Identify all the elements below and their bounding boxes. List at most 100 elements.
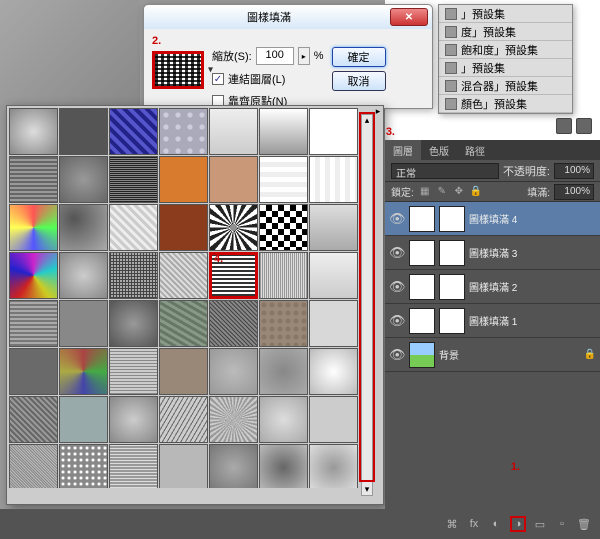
cancel-button[interactable]: 取消 (332, 71, 386, 91)
pattern-swatch[interactable] (159, 108, 208, 155)
preset-item[interactable]: 飽和度」預設集 (439, 41, 572, 59)
pattern-swatch[interactable] (9, 252, 58, 299)
pattern-swatch[interactable] (209, 156, 258, 203)
pattern-swatch[interactable] (209, 396, 258, 443)
pattern-swatch[interactable] (109, 156, 158, 203)
pattern-swatch[interactable] (159, 444, 208, 488)
visibility-icon[interactable]: 👁 (389, 279, 405, 295)
group-icon[interactable]: ▭ (532, 516, 548, 532)
visibility-icon[interactable]: 👁 (389, 211, 405, 227)
pattern-swatch[interactable] (259, 300, 308, 347)
pattern-swatch[interactable] (109, 396, 158, 443)
pattern-swatch[interactable] (9, 348, 58, 395)
pattern-swatch[interactable] (59, 252, 108, 299)
pattern-swatch[interactable] (159, 348, 208, 395)
pattern-swatch[interactable] (159, 396, 208, 443)
pattern-swatch[interactable] (209, 300, 258, 347)
pattern-swatch[interactable] (9, 156, 58, 203)
lock-paint-icon[interactable]: ✎ (435, 185, 449, 199)
visibility-icon[interactable]: 👁 (389, 245, 405, 261)
pattern-swatch[interactable] (309, 156, 358, 203)
pattern-swatch[interactable] (109, 108, 158, 155)
fx-icon[interactable]: fx (466, 516, 482, 532)
pattern-swatch[interactable] (59, 156, 108, 203)
pattern-swatch[interactable] (309, 204, 358, 251)
pattern-swatch[interactable] (209, 348, 258, 395)
blend-mode-select[interactable]: 正常 (391, 163, 499, 179)
pattern-swatch[interactable] (109, 300, 158, 347)
new-layer-icon[interactable]: ▫ (554, 516, 570, 532)
mask-icon[interactable]: ◐ (488, 516, 504, 532)
panel-tab[interactable]: 色版 (421, 140, 457, 160)
pattern-swatch[interactable] (309, 300, 358, 347)
pattern-swatch[interactable] (9, 108, 58, 155)
lock-all-icon[interactable]: 🔒 (469, 185, 483, 199)
panel-tab[interactable]: 路徑 (457, 140, 493, 160)
layer-row[interactable]: 👁圖樣填滿 3 (385, 236, 600, 270)
pattern-swatch[interactable] (9, 300, 58, 347)
pattern-swatch[interactable] (59, 444, 108, 488)
preset-item[interactable]: 顏色」預設集 (439, 95, 572, 113)
layer-thumbnail[interactable] (409, 206, 435, 232)
layer-mask-thumbnail[interactable] (439, 308, 465, 334)
pattern-swatch[interactable] (309, 252, 358, 299)
lock-position-icon[interactable]: ✥ (452, 185, 466, 199)
pattern-swatch[interactable] (209, 444, 258, 488)
preset-item[interactable]: 」預設集 (439, 59, 572, 77)
layer-thumbnail[interactable] (409, 308, 435, 334)
pattern-swatch[interactable] (159, 252, 208, 299)
pattern-swatch[interactable] (259, 108, 308, 155)
pattern-swatch[interactable] (209, 252, 258, 299)
pattern-swatch[interactable] (9, 204, 58, 251)
pattern-swatch[interactable] (59, 348, 108, 395)
opacity-input[interactable]: 100% (554, 163, 594, 179)
pattern-swatch[interactable] (59, 396, 108, 443)
dialog-titlebar[interactable]: 圖樣填滿 ✕ (144, 5, 432, 29)
pattern-swatch[interactable] (259, 252, 308, 299)
pattern-swatch[interactable] (109, 444, 158, 488)
scale-input[interactable]: 100 (256, 47, 294, 65)
pattern-swatch[interactable] (109, 204, 158, 251)
layer-thumbnail[interactable] (409, 274, 435, 300)
layer-mask-thumbnail[interactable] (439, 240, 465, 266)
layer-mask-thumbnail[interactable] (439, 274, 465, 300)
ok-button[interactable]: 確定 (332, 47, 386, 67)
layer-row[interactable]: 👁圖樣填滿 2 (385, 270, 600, 304)
pattern-swatch[interactable] (209, 108, 258, 155)
pattern-swatch[interactable] (159, 204, 208, 251)
layer-row[interactable]: 👁圖樣填滿 4 (385, 202, 600, 236)
panel-tab[interactable]: 圖層 (385, 140, 421, 160)
link-layers-checkbox[interactable]: ✓ (212, 73, 224, 85)
pattern-swatch[interactable] (259, 396, 308, 443)
layer-row[interactable]: 👁背景🔒 (385, 338, 600, 372)
pattern-swatch[interactable] (109, 348, 158, 395)
pattern-swatch[interactable] (259, 156, 308, 203)
link-icon[interactable]: ⌘ (444, 516, 460, 532)
pattern-swatch[interactable] (309, 396, 358, 443)
preset-item[interactable]: 」預設集 (439, 5, 572, 23)
close-button[interactable]: ✕ (390, 8, 428, 26)
trash-icon[interactable]: 🗑 (576, 516, 592, 532)
fill-input[interactable]: 100% (554, 184, 594, 200)
pattern-swatch[interactable] (259, 444, 308, 488)
visibility-icon[interactable]: 👁 (389, 313, 405, 329)
layer-thumbnail[interactable] (409, 342, 435, 368)
pattern-swatch[interactable] (9, 444, 58, 488)
preset-item[interactable]: 混合器」預設集 (439, 77, 572, 95)
pattern-swatch[interactable] (259, 348, 308, 395)
preset-item[interactable]: 度」預設集 (439, 23, 572, 41)
pattern-swatch[interactable] (59, 300, 108, 347)
layer-thumbnail[interactable] (409, 240, 435, 266)
picker-flyout-icon[interactable]: ▸ (373, 106, 383, 114)
scale-stepper[interactable]: ▸ (298, 47, 310, 65)
pattern-swatch[interactable] (259, 204, 308, 251)
lock-transparency-icon[interactable]: ▦ (418, 185, 432, 199)
pattern-swatch[interactable] (309, 348, 358, 395)
pattern-swatch[interactable] (309, 444, 358, 488)
pattern-swatch[interactable] (59, 204, 108, 251)
pattern-swatch[interactable] (209, 204, 258, 251)
pattern-preview-dropdown[interactable] (152, 51, 204, 89)
adjustment-layer-icon[interactable]: ◑ (510, 516, 526, 532)
pattern-swatch[interactable] (309, 108, 358, 155)
pattern-swatch[interactable] (159, 300, 208, 347)
